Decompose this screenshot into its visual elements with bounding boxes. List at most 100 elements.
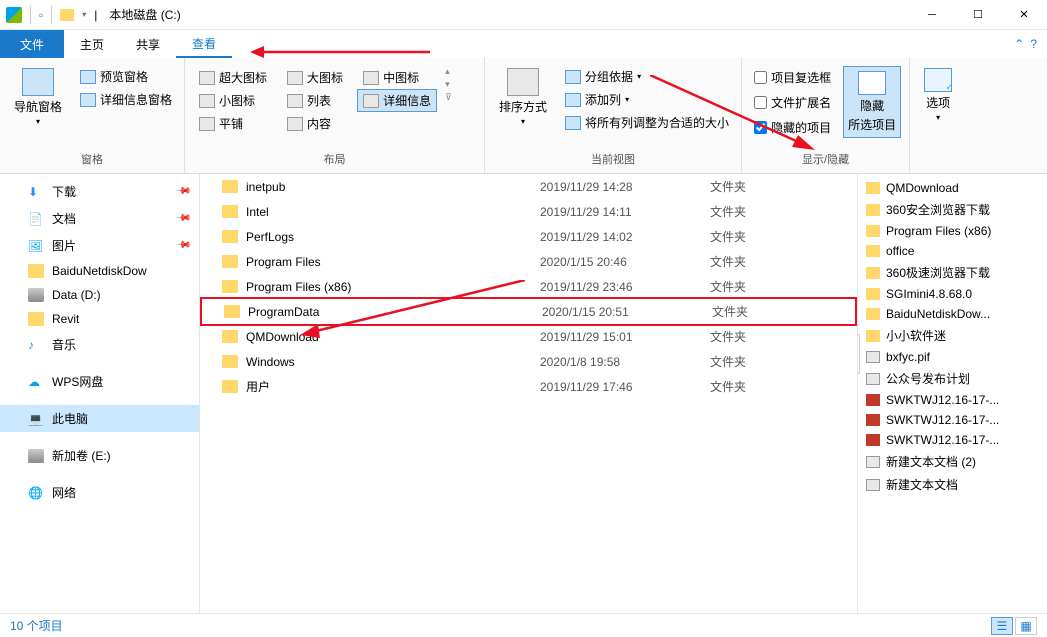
preview-panel: 〉 QMDownload360安全浏览器下载Program Files (x86…	[857, 174, 1047, 613]
folder-icon	[222, 255, 238, 268]
sidebar-item[interactable]: Data (D:)	[0, 283, 199, 307]
preview-item-label: 新建文本文档 (2)	[886, 453, 976, 470]
file-row[interactable]: Windows2020/1/8 19:58文件夹	[200, 349, 857, 374]
layout-list[interactable]: 列表	[281, 89, 349, 112]
sidebar-item[interactable]: 📄文档📌	[0, 205, 199, 232]
preview-item-label: 新建文本文档	[886, 476, 958, 493]
help-icon[interactable]: ?	[1030, 37, 1037, 51]
preview-expand-button[interactable]: 〉	[857, 334, 860, 374]
layout-content[interactable]: 内容	[281, 112, 349, 135]
hide-selected-button[interactable]: 隐藏 所选项目	[843, 66, 901, 138]
file-ext-toggle[interactable]: 文件扩展名	[750, 91, 835, 114]
maximize-button[interactable]: ☐	[955, 0, 1001, 30]
preview-item[interactable]: 新建文本文档 (2)	[858, 450, 1047, 473]
tab-view[interactable]: 查看	[176, 30, 232, 58]
sidebar-item[interactable]: Revit	[0, 307, 199, 331]
file-name: Program Files	[246, 255, 321, 269]
file-type: 文件夹	[710, 278, 810, 295]
nav-pane-button[interactable]: 导航窗格 ▾	[8, 66, 68, 128]
nav-pane-label: 导航窗格	[14, 98, 62, 115]
preview-item-label: 小小软件迷	[886, 327, 946, 344]
sidebar-item[interactable]: 新加卷 (E:)	[0, 442, 199, 469]
preview-item[interactable]: 360安全浏览器下载	[858, 198, 1047, 221]
file-date: 2019/11/29 23:46	[540, 280, 710, 294]
add-columns-button[interactable]: 添加列 ▾	[561, 89, 733, 110]
file-list[interactable]: inetpub2019/11/29 14:28文件夹Intel2019/11/2…	[200, 174, 857, 613]
preview-item[interactable]: SWKTWJ12.16-17-...	[858, 390, 1047, 410]
file-date: 2020/1/15 20:51	[542, 305, 712, 319]
hidden-items-toggle[interactable]: 隐藏的项目	[750, 116, 835, 139]
sort-by-button[interactable]: 排序方式 ▾	[493, 66, 553, 128]
layout-tiles[interactable]: 平铺	[193, 112, 273, 135]
preview-item[interactable]: 360极速浏览器下载	[858, 261, 1047, 284]
layout-small[interactable]: 小图标	[193, 89, 273, 112]
file-type: 文件夹	[712, 303, 812, 320]
preview-pane-icon	[80, 70, 96, 84]
layout-scroll-down[interactable]: ▾	[445, 79, 452, 90]
file-row[interactable]: Intel2019/11/29 14:11文件夹	[200, 199, 857, 224]
sidebar-item[interactable]: 💻此电脑	[0, 405, 199, 432]
preview-item[interactable]: SWKTWJ12.16-17-...	[858, 430, 1047, 450]
preview-item[interactable]: SWKTWJ12.16-17-...	[858, 410, 1047, 430]
main-area: ⬇下载📌📄文档📌🖼图片📌BaiduNetdiskDowData (D:)Revi…	[0, 174, 1047, 613]
sidebar-item[interactable]: ♪音乐	[0, 331, 199, 358]
preview-item[interactable]: QMDownload	[858, 178, 1047, 198]
layout-more[interactable]: ⊽	[445, 92, 452, 103]
size-all-button[interactable]: 将所有列调整为合适的大小	[561, 112, 733, 133]
preview-item[interactable]: SGImini4.8.68.0	[858, 284, 1047, 304]
tab-file[interactable]: 文件	[0, 30, 64, 58]
minimize-button[interactable]: ─	[909, 0, 955, 30]
sidebar-item[interactable]: 🖼图片📌	[0, 232, 199, 259]
sidebar-item[interactable]: ☁WPS网盘	[0, 368, 199, 395]
show-hide-group-label: 显示/隐藏	[750, 151, 901, 169]
preview-item-label: SWKTWJ12.16-17-...	[886, 393, 999, 407]
window-title: 本地磁盘 (C:)	[109, 6, 180, 23]
layout-details[interactable]: 详细信息	[357, 89, 437, 112]
tab-home[interactable]: 主页	[64, 30, 120, 58]
preview-item[interactable]: office	[858, 241, 1047, 261]
layout-medium[interactable]: 中图标	[357, 66, 437, 89]
file-row[interactable]: Program Files (x86) 2019/11/29 23:46文件夹	[200, 274, 857, 299]
folder-icon	[222, 355, 238, 368]
preview-item[interactable]: 小小软件迷	[858, 324, 1047, 347]
file-date: 2019/11/29 14:02	[540, 230, 710, 244]
layout-large[interactable]: 大图标	[281, 66, 349, 89]
group-by-button[interactable]: 分组依据 ▾	[561, 66, 733, 87]
sidebar-item-label: 图片	[52, 237, 76, 254]
file-name: Program Files (x86)	[246, 280, 351, 294]
options-button[interactable]: ✓ 选项 ▾	[918, 66, 958, 124]
preview-item[interactable]: bxfyc.pif	[858, 347, 1047, 367]
qat-dropdown-icon[interactable]: ▾	[82, 10, 86, 19]
view-details-button[interactable]: ☰	[991, 617, 1013, 635]
file-row[interactable]: ProgramData2020/1/15 20:51文件夹	[200, 297, 857, 326]
item-checkboxes-toggle[interactable]: 项目复选框	[750, 66, 835, 89]
file-row[interactable]: inetpub2019/11/29 14:28文件夹	[200, 174, 857, 199]
ribbon-group-options: ✓ 选项 ▾	[910, 58, 966, 173]
close-button[interactable]: ✕	[1001, 0, 1047, 30]
file-name: PerfLogs	[246, 230, 294, 244]
preview-pane-button[interactable]: 预览窗格	[76, 66, 176, 87]
preview-item[interactable]: 公众号发布计划	[858, 367, 1047, 390]
file-row[interactable]: QMDownload2019/11/29 15:01文件夹	[200, 324, 857, 349]
file-row[interactable]: PerfLogs2019/11/29 14:02文件夹	[200, 224, 857, 249]
preview-item[interactable]: BaiduNetdiskDow...	[858, 304, 1047, 324]
layout-scroll-up[interactable]: ▴	[445, 66, 452, 77]
file-row[interactable]: 用户2019/11/29 17:46文件夹	[200, 374, 857, 399]
sidebar-item[interactable]: 🌐网络	[0, 479, 199, 506]
preview-item[interactable]: Program Files (x86)	[858, 221, 1047, 241]
sidebar-item[interactable]: ⬇下载📌	[0, 178, 199, 205]
sidebar-item[interactable]: BaiduNetdiskDow	[0, 259, 199, 283]
ribbon-group-panes: 导航窗格 ▾ 预览窗格 详细信息窗格 窗格	[0, 58, 185, 173]
folder-icon	[866, 182, 880, 194]
tab-share[interactable]: 共享	[120, 30, 176, 58]
minimize-ribbon-icon[interactable]: ⌃	[1014, 37, 1024, 51]
layout-extra-large[interactable]: 超大图标	[193, 66, 273, 89]
folder-icon	[866, 330, 880, 342]
file-row[interactable]: Program Files2020/1/15 20:46文件夹	[200, 249, 857, 274]
details-pane-button[interactable]: 详细信息窗格	[76, 89, 176, 110]
folder-icon	[222, 180, 238, 193]
panes-group-label: 窗格	[8, 151, 176, 169]
view-icons-button[interactable]: ▦	[1015, 617, 1037, 635]
preview-item[interactable]: 新建文本文档	[858, 473, 1047, 496]
qat-save-icon[interactable]: ▫	[39, 8, 43, 22]
